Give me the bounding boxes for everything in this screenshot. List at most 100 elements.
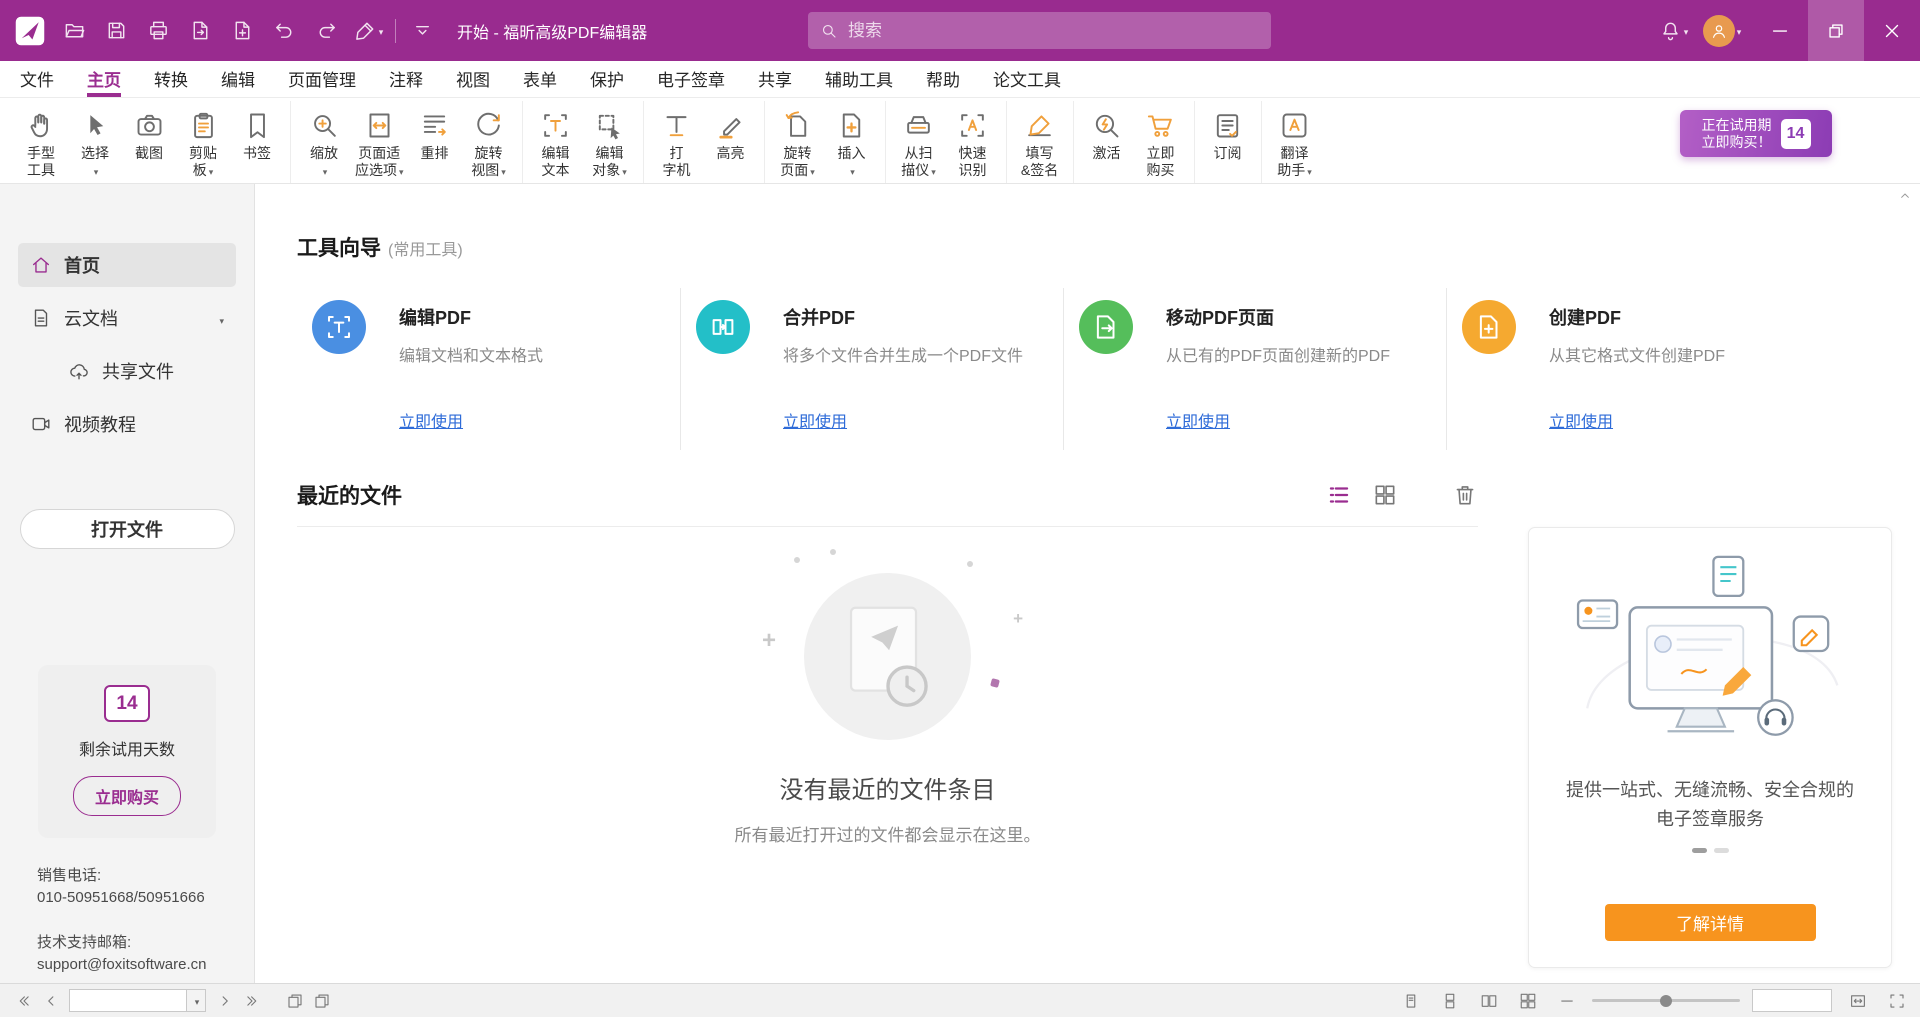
save-icon bbox=[105, 19, 128, 42]
cursor-icon bbox=[80, 106, 111, 144]
ribbon-tool-rotateview[interactable]: 旋转视图 bbox=[462, 101, 516, 179]
last-page-button[interactable] bbox=[238, 987, 265, 1014]
save-button[interactable] bbox=[98, 12, 135, 49]
search-input[interactable] bbox=[848, 21, 1259, 41]
create-pdf-button[interactable] bbox=[224, 12, 261, 49]
export-pdf-button[interactable] bbox=[182, 12, 219, 49]
zoom-slider-thumb[interactable] bbox=[1660, 995, 1672, 1007]
titlebar-quick-tools bbox=[56, 12, 387, 49]
ribbon-tool-zoom[interactable]: 缩放 bbox=[297, 101, 351, 179]
redo-button[interactable] bbox=[308, 12, 345, 49]
menu-item-1[interactable]: 文件 bbox=[20, 61, 54, 97]
bell-icon bbox=[1659, 19, 1682, 42]
list-view-button[interactable] bbox=[1326, 482, 1352, 508]
ribbon-tool-rotatepage[interactable]: 旋转页面 bbox=[771, 101, 825, 179]
export-icon bbox=[189, 19, 212, 42]
ribbon-tool-insert[interactable]: 插入 bbox=[825, 101, 879, 179]
trial-banner[interactable]: 正在试用期 立即购买！ 14 bbox=[1680, 110, 1832, 157]
clipboard-icon bbox=[188, 106, 219, 144]
ribbon-tool-camera[interactable]: 截图 bbox=[122, 101, 176, 162]
ribbon-tool-fitpage[interactable]: 页面适应选项 bbox=[351, 101, 408, 179]
close-button[interactable] bbox=[1864, 0, 1920, 61]
minimize-button[interactable] bbox=[1752, 0, 1808, 61]
open-file-button[interactable] bbox=[56, 12, 93, 49]
ribbon-tool-clipboard[interactable]: 剪贴板 bbox=[176, 101, 230, 179]
restore-button[interactable] bbox=[1808, 0, 1864, 61]
clear-recent-button[interactable] bbox=[1452, 482, 1478, 508]
undo-button[interactable] bbox=[266, 12, 303, 49]
first-page-button[interactable] bbox=[10, 987, 37, 1014]
menu-item-5[interactable]: 页面管理 bbox=[288, 61, 356, 97]
menu-item-14[interactable]: 论文工具 bbox=[993, 61, 1061, 97]
use-now-link[interactable]: 立即使用 bbox=[1549, 408, 1613, 432]
ribbon-tool-fillsign[interactable]: 填写&签名 bbox=[1013, 101, 1067, 179]
ribbon-tool-edittext[interactable]: 编辑文本 bbox=[529, 101, 583, 179]
ribbon-tool-translate[interactable]: 翻译助手 bbox=[1268, 101, 1322, 179]
search-box[interactable] bbox=[808, 12, 1271, 49]
ribbon-tool-cursor[interactable]: 选择 bbox=[68, 101, 122, 179]
continuous-facing-view-button[interactable] bbox=[1514, 987, 1541, 1014]
carousel-dot-active[interactable] bbox=[1692, 848, 1707, 853]
copy-pages-button[interactable] bbox=[308, 987, 335, 1014]
app-logo-icon[interactable] bbox=[12, 13, 48, 49]
menu-item-10[interactable]: 电子签章 bbox=[657, 61, 725, 97]
use-now-link[interactable]: 立即使用 bbox=[783, 408, 847, 432]
snapshot-pages-button[interactable] bbox=[281, 987, 308, 1014]
use-now-link[interactable]: 立即使用 bbox=[1166, 408, 1230, 432]
use-now-link[interactable]: 立即使用 bbox=[399, 408, 463, 432]
prev-page-button[interactable] bbox=[37, 987, 64, 1014]
zoom-out-button[interactable] bbox=[1553, 987, 1580, 1014]
ribbon-tool-typewriter[interactable]: 打字机 bbox=[650, 101, 704, 179]
buy-now-button[interactable]: 立即购买 bbox=[73, 776, 181, 816]
ribbon-tool-cart[interactable]: 立即购买 bbox=[1134, 101, 1188, 179]
page-dropdown-button[interactable] bbox=[186, 990, 205, 1011]
ribbon-tool-highlight[interactable]: 高亮 bbox=[704, 101, 758, 162]
ribbon-tool-subscribe[interactable]: 订阅 bbox=[1201, 101, 1255, 162]
carousel-dot[interactable] bbox=[1714, 848, 1729, 853]
grid-view-button[interactable] bbox=[1372, 482, 1398, 508]
learn-more-button[interactable]: 了解详情 bbox=[1605, 904, 1816, 941]
collapse-ribbon-button[interactable] bbox=[404, 12, 441, 49]
sign-button[interactable] bbox=[350, 12, 387, 49]
account-button[interactable] bbox=[1692, 12, 1752, 49]
ribbon-tool-scanner[interactable]: 从扫描仪 bbox=[892, 101, 946, 179]
subscribe-icon bbox=[1212, 106, 1243, 144]
page-number-input[interactable] bbox=[70, 990, 186, 1011]
scroll-up-button[interactable] bbox=[1897, 188, 1915, 206]
zoom-slider[interactable] bbox=[1592, 999, 1740, 1002]
ribbon-tool-activate[interactable]: 激活 bbox=[1080, 101, 1134, 162]
zoom-value-input[interactable] bbox=[1752, 989, 1832, 1012]
menu-item-9[interactable]: 保护 bbox=[590, 61, 624, 97]
sidebar-item-video[interactable]: 视频教程 bbox=[18, 402, 236, 446]
menu-item-4[interactable]: 编辑 bbox=[221, 61, 255, 97]
open-file-button[interactable]: 打开文件 bbox=[20, 509, 235, 549]
notifications-button[interactable] bbox=[1655, 12, 1692, 49]
menu-item-12[interactable]: 辅助工具 bbox=[825, 61, 893, 97]
ccreate-icon bbox=[1462, 300, 1516, 354]
ribbon-tool-reflow[interactable]: 重排 bbox=[408, 101, 462, 162]
menu-item-6[interactable]: 注释 bbox=[389, 61, 423, 97]
support-email-link[interactable]: support@foxitsoftware.cn bbox=[37, 956, 206, 973]
ribbon-tool-bookmark[interactable]: 书签 bbox=[230, 101, 284, 162]
menu-item-8[interactable]: 表单 bbox=[523, 61, 557, 97]
ribbon-tool-editobj[interactable]: 编辑对象 bbox=[583, 101, 637, 179]
next-page-button[interactable] bbox=[211, 987, 238, 1014]
menu-item-13[interactable]: 帮助 bbox=[926, 61, 960, 97]
menu-item-7[interactable]: 视图 bbox=[456, 61, 490, 97]
empty-state-title: 没有最近的文件条目 bbox=[780, 770, 996, 805]
menu-item-2[interactable]: 主页 bbox=[87, 61, 121, 97]
zoom-icon bbox=[309, 106, 340, 144]
print-button[interactable] bbox=[140, 12, 177, 49]
sidebar-item-home[interactable]: 首页 bbox=[18, 243, 236, 287]
continuous-view-button[interactable] bbox=[1436, 987, 1463, 1014]
facing-view-button[interactable] bbox=[1475, 987, 1502, 1014]
menu-item-11[interactable]: 共享 bbox=[758, 61, 792, 97]
menu-item-3[interactable]: 转换 bbox=[154, 61, 188, 97]
sidebar-item-clouddoc[interactable]: 云文档 bbox=[18, 296, 236, 340]
sidebar-item-sharecloud[interactable]: 共享文件 bbox=[56, 349, 236, 393]
fullscreen-button[interactable] bbox=[1883, 987, 1910, 1014]
single-page-view-button[interactable] bbox=[1397, 987, 1424, 1014]
ribbon-tool-ocr[interactable]: 快速识别 bbox=[946, 101, 1000, 179]
fit-width-button[interactable] bbox=[1844, 987, 1871, 1014]
ribbon-tool-hand[interactable]: 手型工具 bbox=[14, 101, 68, 179]
